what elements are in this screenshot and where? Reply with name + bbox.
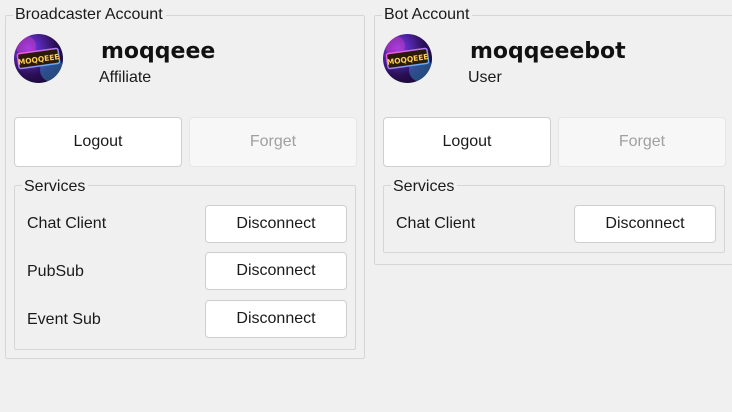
bot-logout-button[interactable]: Logout (383, 117, 551, 167)
bot-service-label-chat-client: Chat Client (396, 215, 476, 232)
bot-chat-client-disconnect-button[interactable]: Disconnect (574, 205, 716, 243)
service-label-pubsub: PubSub (27, 263, 84, 280)
broadcaster-role: Affiliate (99, 69, 152, 86)
broadcaster-logout-button[interactable]: Logout (14, 117, 182, 167)
bot-avatar: MOQQEEE (383, 34, 432, 83)
bot-forget-button[interactable]: Forget (558, 117, 726, 167)
broadcaster-services-title: Services (22, 178, 89, 196)
bot-username: moqqeeebot (470, 39, 626, 64)
event-sub-disconnect-button[interactable]: Disconnect (205, 300, 347, 338)
bot-role: User (468, 69, 502, 86)
broadcaster-forget-button[interactable]: Forget (189, 117, 357, 167)
chat-client-disconnect-button[interactable]: Disconnect (205, 205, 347, 243)
broadcaster-avatar: MOQQEEE (14, 34, 63, 83)
service-label-chat-client: Chat Client (27, 215, 107, 232)
bot-account-title: Bot Account (382, 6, 473, 24)
broadcaster-username: moqqeee (101, 39, 216, 64)
bot-services-title: Services (391, 178, 458, 196)
pubsub-disconnect-button[interactable]: Disconnect (205, 252, 347, 290)
broadcaster-account-title: Broadcaster Account (13, 6, 166, 24)
service-label-event-sub: Event Sub (27, 311, 101, 328)
